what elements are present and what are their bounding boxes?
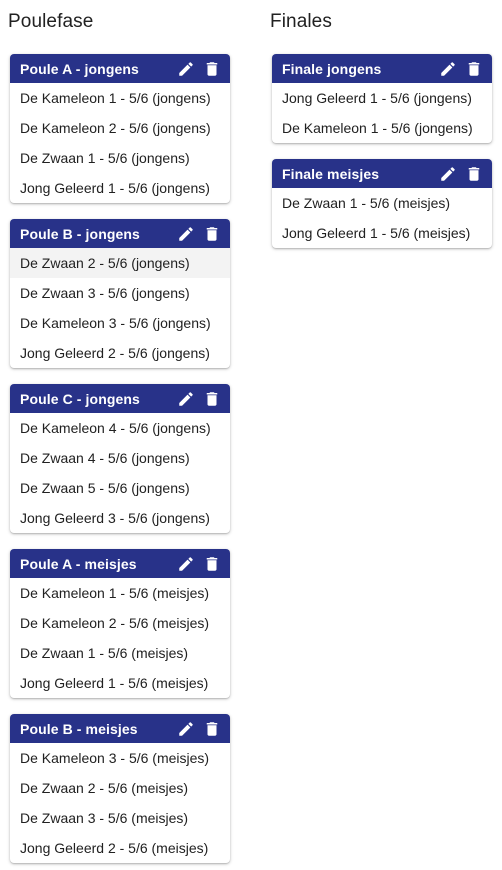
team-row[interactable]: De Kameleon 1 - 5/6 (meisjes) <box>10 578 230 608</box>
card-title: Finale meisjes <box>282 165 380 182</box>
trash-icon[interactable] <box>465 165 483 183</box>
poulefase-column: Poulefase Poule A - jongens De Kameleon … <box>8 0 230 863</box>
poule-card: Poule B - jongens De Zwaan 2 - 5/6 (jong… <box>10 219 230 368</box>
team-row[interactable]: Jong Geleerd 1 - 5/6 (jongens) <box>272 83 492 113</box>
poulefase-title: Poulefase <box>8 11 94 32</box>
trash-icon[interactable] <box>203 60 221 78</box>
trash-icon[interactable] <box>465 60 483 78</box>
team-row[interactable]: De Zwaan 2 - 5/6 (meisjes) <box>10 773 230 803</box>
team-row[interactable]: De Zwaan 2 - 5/6 (jongens) <box>10 248 230 278</box>
card-header: Poule C - jongens <box>10 384 230 413</box>
pencil-icon[interactable] <box>439 60 457 78</box>
card-title: Poule B - jongens <box>20 225 140 242</box>
team-row[interactable]: De Zwaan 4 - 5/6 (jongens) <box>10 443 230 473</box>
trash-icon[interactable] <box>203 555 221 573</box>
team-row[interactable]: De Kameleon 3 - 5/6 (jongens) <box>10 308 230 338</box>
card-title: Poule A - meisjes <box>20 555 137 572</box>
poule-card: Poule C - jongens De Kameleon 4 - 5/6 (j… <box>10 384 230 533</box>
card-header: Poule A - meisjes <box>10 549 230 578</box>
team-row[interactable]: Jong Geleerd 2 - 5/6 (meisjes) <box>10 833 230 863</box>
finales-column: Finales Finale jongens Jong Geleerd 1 - … <box>270 0 492 248</box>
card-header: Poule A - jongens <box>10 54 230 83</box>
team-row[interactable]: De Kameleon 2 - 5/6 (meisjes) <box>10 608 230 638</box>
team-row[interactable]: Jong Geleerd 1 - 5/6 (jongens) <box>10 173 230 203</box>
card-title: Poule A - jongens <box>20 60 139 77</box>
finale-card: Finale meisjes De Zwaan 1 - 5/6 (meisjes… <box>272 159 492 248</box>
team-row[interactable]: Jong Geleerd 3 - 5/6 (jongens) <box>10 503 230 533</box>
card-title: Poule B - meisjes <box>20 720 138 737</box>
trash-icon[interactable] <box>203 390 221 408</box>
team-row[interactable]: Jong Geleerd 1 - 5/6 (meisjes) <box>10 668 230 698</box>
poule-card: Poule A - jongens De Kameleon 1 - 5/6 (j… <box>10 54 230 203</box>
team-row[interactable]: De Kameleon 4 - 5/6 (jongens) <box>10 413 230 443</box>
team-row[interactable]: De Kameleon 3 - 5/6 (meisjes) <box>10 743 230 773</box>
finale-card: Finale jongens Jong Geleerd 1 - 5/6 (jon… <box>272 54 492 143</box>
pencil-icon[interactable] <box>439 165 457 183</box>
finales-title: Finales <box>270 11 332 32</box>
trash-icon[interactable] <box>203 225 221 243</box>
team-row[interactable]: Jong Geleerd 1 - 5/6 (meisjes) <box>272 218 492 248</box>
card-header: Finale meisjes <box>272 159 492 188</box>
team-row[interactable]: De Kameleon 1 - 5/6 (jongens) <box>272 113 492 143</box>
card-header: Poule B - jongens <box>10 219 230 248</box>
card-title: Finale jongens <box>282 60 382 77</box>
team-row[interactable]: De Zwaan 3 - 5/6 (meisjes) <box>10 803 230 833</box>
poule-card: Poule B - meisjes De Kameleon 3 - 5/6 (m… <box>10 714 230 863</box>
pencil-icon[interactable] <box>177 225 195 243</box>
pencil-icon[interactable] <box>177 720 195 738</box>
pencil-icon[interactable] <box>177 390 195 408</box>
team-row[interactable]: Jong Geleerd 2 - 5/6 (jongens) <box>10 338 230 368</box>
trash-icon[interactable] <box>203 720 221 738</box>
team-row[interactable]: De Kameleon 2 - 5/6 (jongens) <box>10 113 230 143</box>
card-header: Poule B - meisjes <box>10 714 230 743</box>
pencil-icon[interactable] <box>177 60 195 78</box>
team-row[interactable]: De Zwaan 3 - 5/6 (jongens) <box>10 278 230 308</box>
team-row[interactable]: De Zwaan 1 - 5/6 (meisjes) <box>272 188 492 218</box>
team-row[interactable]: De Kameleon 1 - 5/6 (jongens) <box>10 83 230 113</box>
pencil-icon[interactable] <box>177 555 195 573</box>
card-header: Finale jongens <box>272 54 492 83</box>
poule-card: Poule A - meisjes De Kameleon 1 - 5/6 (m… <box>10 549 230 698</box>
team-row[interactable]: De Zwaan 5 - 5/6 (jongens) <box>10 473 230 503</box>
team-row[interactable]: De Zwaan 1 - 5/6 (meisjes) <box>10 638 230 668</box>
card-title: Poule C - jongens <box>20 390 140 407</box>
team-row[interactable]: De Zwaan 1 - 5/6 (jongens) <box>10 143 230 173</box>
